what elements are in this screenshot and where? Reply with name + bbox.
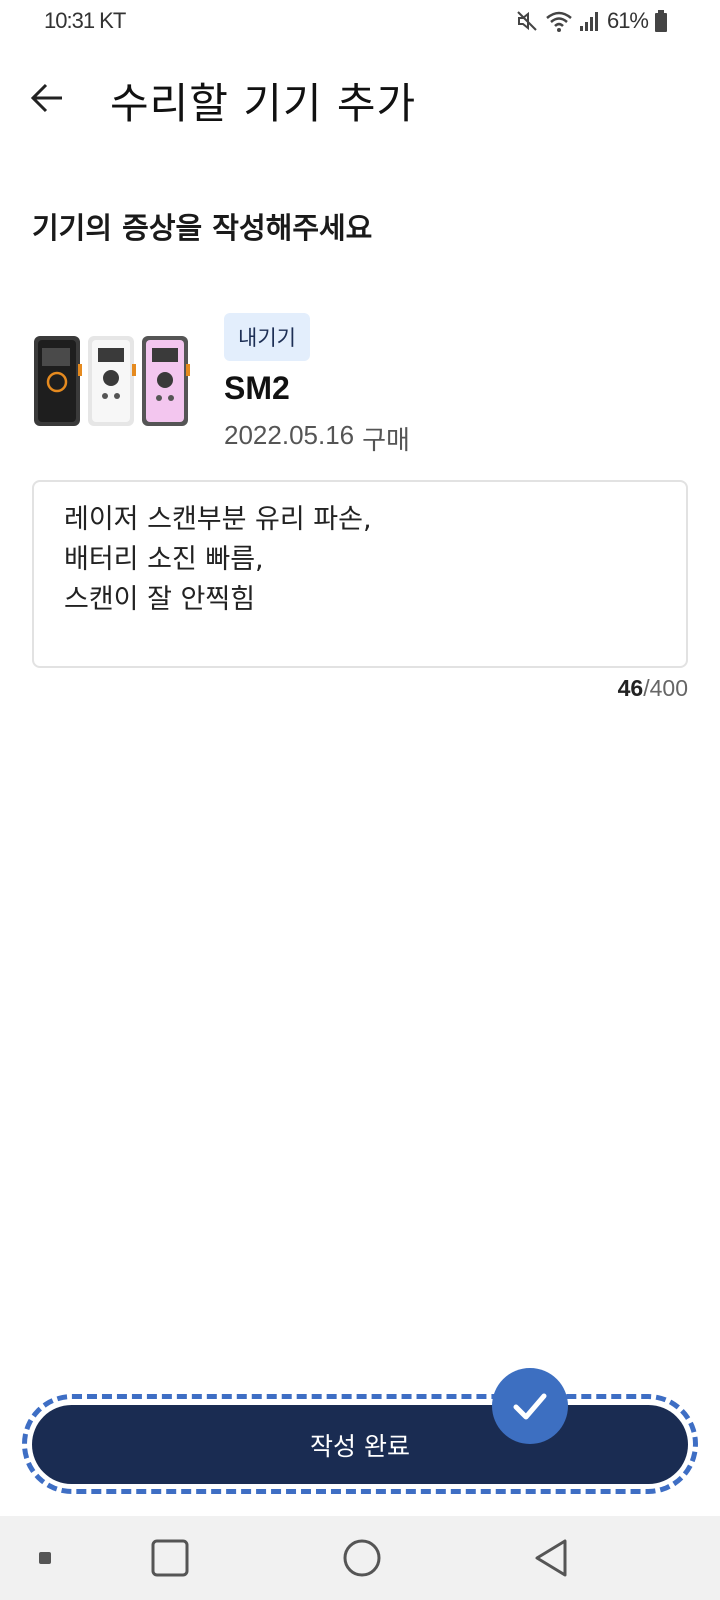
recent-apps-button[interactable] xyxy=(140,1516,200,1600)
home-icon xyxy=(343,1539,381,1577)
back-icon xyxy=(535,1539,567,1577)
submit-label: 작성 완료 xyxy=(310,1431,410,1461)
check-icon xyxy=(513,1393,547,1420)
submit-button[interactable]: 작성 완료 xyxy=(32,1405,688,1484)
dot-icon xyxy=(39,1552,51,1564)
signal-icon xyxy=(579,12,598,31)
battery-percent: 61% xyxy=(606,8,649,33)
status-icons: 61% xyxy=(515,8,668,34)
char-count-max: 400 xyxy=(649,675,688,701)
mute-icon xyxy=(517,11,537,31)
back-nav-button[interactable] xyxy=(522,1516,582,1600)
section-title: 기기의 증상을 작성해주세요 xyxy=(32,211,373,245)
my-device-badge: 내기기 xyxy=(224,313,310,361)
battery-icon xyxy=(655,10,667,32)
purchase-info: 2022.05.16 구매 xyxy=(224,420,410,457)
status-time: 10:31 KT xyxy=(44,8,126,33)
purchase-date: 2022.05.16 xyxy=(224,420,355,450)
check-badge xyxy=(492,1368,568,1444)
char-counter: 46/400 xyxy=(618,675,688,702)
app-bar: 수리할 기기 추가 xyxy=(0,60,720,136)
page-title: 수리할 기기 추가 xyxy=(110,79,417,128)
status-bar: 10:31 KT 61% xyxy=(0,0,720,46)
recent-apps-icon xyxy=(151,1539,189,1577)
nav-dot xyxy=(30,1516,60,1600)
char-count-current: 46 xyxy=(617,675,644,701)
arrow-left-icon xyxy=(30,83,62,113)
system-nav-bar xyxy=(0,1516,720,1600)
wifi-icon xyxy=(546,11,572,32)
symptom-text: 레이저 스캔부분 유리 파손, 배터리 소진 빠름, 스캔이 잘 안찍힘 xyxy=(64,504,372,615)
home-button[interactable] xyxy=(332,1516,392,1600)
purchase-label: 구매 xyxy=(362,426,410,456)
device-model: SM2 xyxy=(224,370,290,406)
back-button[interactable] xyxy=(28,76,72,120)
scanner-devices-icon xyxy=(34,336,190,426)
symptom-textarea[interactable]: 레이저 스캔부분 유리 파손, 배터리 소진 빠름, 스캔이 잘 안찍힘 xyxy=(32,480,688,668)
device-image xyxy=(32,334,192,428)
